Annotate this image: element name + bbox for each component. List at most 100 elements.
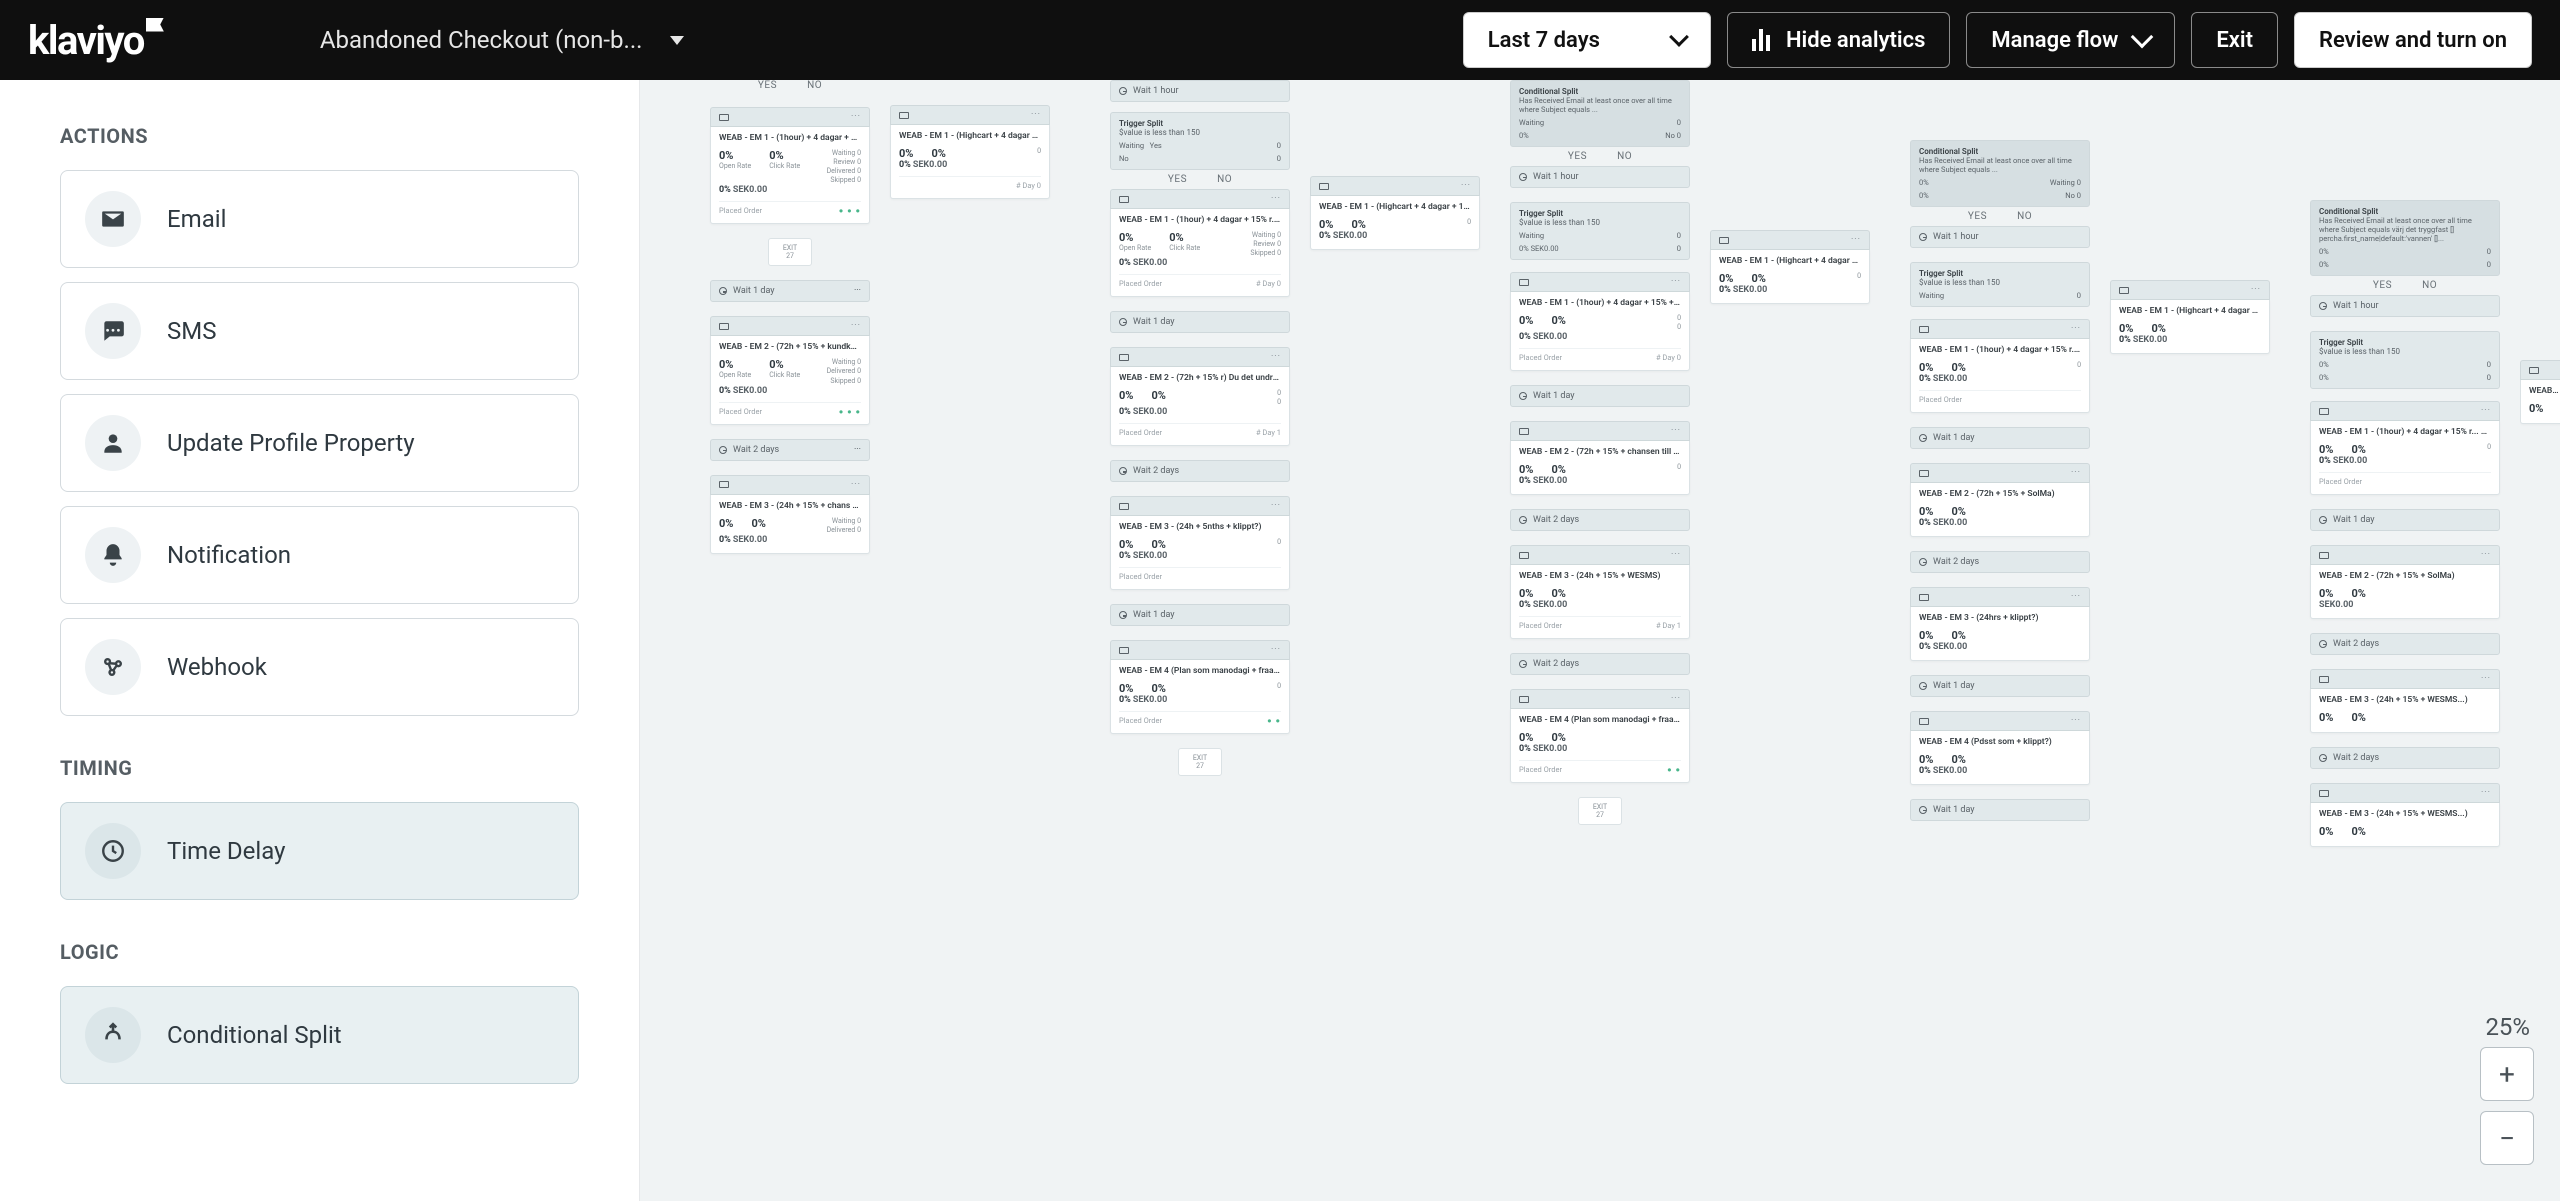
- flow-title-dropdown[interactable]: Abandoned Checkout (non-b...: [320, 26, 685, 54]
- email-node[interactable]: ··· WEAB - EM 3 - (24h + 15% + chans til…: [710, 475, 870, 554]
- sidebar-heading-logic: LOGIC: [60, 940, 579, 964]
- email-node[interactable]: ··· WEAB - EM 4 (Pdsst som + klippt?) 0%…: [1910, 711, 2090, 785]
- logo-flag-icon: [146, 18, 164, 32]
- email-node[interactable]: ··· WEAB - EM 1 - (1hour) + 4 dagar + 15…: [1910, 319, 2090, 413]
- conditional-split-node[interactable]: Conditional Split Has Received Email at …: [1510, 80, 1690, 147]
- wait-node[interactable]: Wait 1 hour: [1510, 166, 1690, 188]
- sidebar-item-label: SMS: [167, 317, 216, 345]
- email-node[interactable]: ··· WEAB - EM 3 - (24hrs + klippt?) 0%0%…: [1910, 587, 2090, 661]
- email-node[interactable]: ··· WEAB - EM 1 - (1hour) + 4 dagar + 15…: [710, 107, 870, 224]
- wait-node[interactable]: Wait 1 day: [1910, 799, 2090, 821]
- email-node[interactable]: ··· WEAB - EM 3 - (24h + 15% + WESMS) 0%…: [1510, 545, 1690, 639]
- caret-down-icon: [670, 36, 684, 45]
- wait-node[interactable]: Wait 2 days: [1510, 509, 1690, 531]
- person-icon: [85, 415, 141, 471]
- zoom-controls: 25% + −: [2480, 1013, 2534, 1175]
- email-node[interactable]: ··· WEAB - EM 2 - (72h + 15% + chansen t…: [1510, 421, 1690, 495]
- email-node[interactable]: ··· WEAB - EM 2 - (72h + 15% + SolMa) 0%…: [1910, 463, 2090, 537]
- email-node[interactable]: ··· WEAB - EM 1 - (1hour) + 4 dagar + 15…: [1510, 272, 1690, 371]
- conditional-split-node[interactable]: Conditional Split Has Received Email at …: [1910, 140, 2090, 207]
- email-node[interactable]: ··· WEAB - EM 2 - (72h + 15% r) Du det u…: [1110, 347, 1290, 446]
- flow-column: Wait 1 hour Trigger Split $value is less…: [1110, 80, 1290, 790]
- sidebar-item-time-delay[interactable]: Time Delay: [60, 802, 579, 900]
- wait-node[interactable]: Wait 1 day: [1510, 385, 1690, 407]
- sidebar-item-sms[interactable]: SMS: [60, 282, 579, 380]
- hide-analytics-label: Hide analytics: [1786, 28, 1925, 53]
- wait-node[interactable]: Wait 1 hour: [1910, 226, 2090, 248]
- email-node[interactable]: ··· WEAB - EM 2 - (72h + 15% + kundkänne…: [710, 316, 870, 424]
- sidebar-item-email[interactable]: Email: [60, 170, 579, 268]
- email-icon: [85, 191, 141, 247]
- canvas-inner: YES NO ··· WEAB - EM 1 - (1hour) + 4 dag…: [640, 80, 2560, 1201]
- wait-node[interactable]: Wait 2 days: [2310, 633, 2500, 655]
- email-node[interactable]: ··· WEAB - EM 3 - (24h + 15% + WESMS...)…: [2310, 669, 2500, 733]
- exit-label: Exit: [2216, 28, 2253, 53]
- zoom-level-label: 25%: [2485, 1013, 2530, 1041]
- wait-node[interactable]: Wait 1 day: [1910, 675, 2090, 697]
- sidebar-item-update-profile[interactable]: Update Profile Property: [60, 394, 579, 492]
- wait-node[interactable]: Wait 1 day···: [710, 280, 870, 302]
- manage-flow-button[interactable]: Manage flow: [1966, 12, 2175, 68]
- wait-node[interactable]: Wait 1 day: [1910, 427, 2090, 449]
- trigger-split-node[interactable]: Trigger Split $value is less than 150 Wa…: [1910, 262, 2090, 307]
- split-icon: [85, 1007, 141, 1063]
- zoom-in-button[interactable]: +: [2480, 1047, 2534, 1101]
- wait-node[interactable]: Wait 2 days···: [710, 439, 870, 461]
- app-header: klaviyo Abandoned Checkout (non-b... Las…: [0, 0, 2560, 80]
- chevron-down-icon: [2131, 26, 2154, 49]
- wait-node[interactable]: Wait 1 day: [2310, 509, 2500, 531]
- clock-icon: [85, 823, 141, 879]
- webhook-icon: [85, 639, 141, 695]
- email-node[interactable]: ··· WEAB - EM 3 - (24h + 5nths + klippt?…: [1110, 496, 1290, 590]
- email-node[interactable]: ··· WEAB - EM 1 - (1hour) + 4 dagar + 15…: [2310, 401, 2500, 495]
- sidebar-item-label: Email: [167, 205, 226, 233]
- trigger-split-node[interactable]: Trigger Split $value is less than 150 0%…: [2310, 331, 2500, 389]
- flow-title-text: Abandoned Checkout (non-b...: [320, 26, 643, 54]
- trigger-split-node[interactable]: Trigger Split $value is less than 150 Wa…: [1510, 202, 1690, 260]
- flow-column: YES NO ··· WEAB - EM 1 - (1hour) + 4 dag…: [710, 80, 870, 568]
- email-node[interactable]: ··· WEAB - EM 1 - (Highcart + 4 dagar + …: [1710, 230, 1870, 304]
- wait-node[interactable]: Wait 2 days: [1910, 551, 2090, 573]
- exit-node[interactable]: EXIT27: [1178, 748, 1222, 776]
- hide-analytics-button[interactable]: Hide analytics: [1727, 12, 1950, 68]
- wait-node[interactable]: Wait 1 day: [1110, 604, 1290, 626]
- zoom-out-button[interactable]: −: [2480, 1111, 2534, 1165]
- email-node[interactable]: ··· WEAB - EM 1 - (Highcart + 4 dagar + …: [1310, 176, 1480, 250]
- sidebar-heading-timing: TIMING: [60, 756, 579, 780]
- email-node[interactable]: ··· WEAB - EM 4 (Plan som manodagi + fra…: [1110, 640, 1290, 734]
- sidebar-item-label: Webhook: [167, 653, 267, 681]
- email-node[interactable]: ··· WEAB - EM 4 (Plan som manodagi + fra…: [1510, 689, 1690, 783]
- email-node[interactable]: ··· WEAB - EM 1 - (Highcart + 4 dagar + …: [890, 105, 1050, 199]
- wait-node[interactable]: Wait 1 hour: [1110, 80, 1290, 102]
- bell-icon: [85, 527, 141, 583]
- mail-icon: [719, 114, 729, 121]
- exit-node[interactable]: EXIT27: [768, 238, 812, 266]
- conditional-split-node[interactable]: Conditional Split Has Received Email at …: [2310, 200, 2500, 276]
- sidebar-heading-actions: ACTIONS: [60, 124, 579, 148]
- wait-node[interactable]: Wait 2 days: [1110, 460, 1290, 482]
- sms-icon: [85, 303, 141, 359]
- sidebar: ACTIONS Email SMS Update Profile Propert…: [0, 80, 640, 1201]
- email-node[interactable]: ··· WEAB - EM 3 - (24h + 15% + WESMS...)…: [2310, 783, 2500, 847]
- trigger-split-node[interactable]: Trigger Split $value is less than 150 Wa…: [1110, 112, 1290, 170]
- wait-node[interactable]: Wait 1 hour: [2310, 295, 2500, 317]
- branch-labels: YES NO: [710, 80, 870, 95]
- sidebar-item-conditional-split[interactable]: Conditional Split: [60, 986, 579, 1084]
- sidebar-item-label: Time Delay: [167, 837, 285, 865]
- date-range-select[interactable]: Last 7 days: [1463, 12, 1711, 68]
- sidebar-item-webhook[interactable]: Webhook: [60, 618, 579, 716]
- wait-node[interactable]: Wait 2 days: [2310, 747, 2500, 769]
- flow-canvas[interactable]: YES NO ··· WEAB - EM 1 - (1hour) + 4 dag…: [640, 80, 2560, 1201]
- mail-icon: [719, 323, 729, 330]
- review-turn-on-button[interactable]: Review and turn on: [2294, 12, 2532, 68]
- email-node[interactable]: WEAB… 0%: [2520, 360, 2560, 424]
- email-node[interactable]: ··· WEAB - EM 2 - (72h + 15% + SolMa) 0%…: [2310, 545, 2500, 619]
- wait-node[interactable]: Wait 2 days: [1510, 653, 1690, 675]
- exit-button[interactable]: Exit: [2191, 12, 2278, 68]
- wait-node[interactable]: Wait 1 day: [1110, 311, 1290, 333]
- sidebar-item-notification[interactable]: Notification: [60, 506, 579, 604]
- sidebar-item-label: Conditional Split: [167, 1021, 342, 1049]
- email-node[interactable]: ··· WEAB - EM 1 - (Highcart + 4 dagar + …: [2110, 280, 2270, 354]
- exit-node[interactable]: EXIT27: [1578, 797, 1622, 825]
- email-node[interactable]: ··· WEAB - EM 1 - (1hour) + 4 dagar + 15…: [1110, 189, 1290, 297]
